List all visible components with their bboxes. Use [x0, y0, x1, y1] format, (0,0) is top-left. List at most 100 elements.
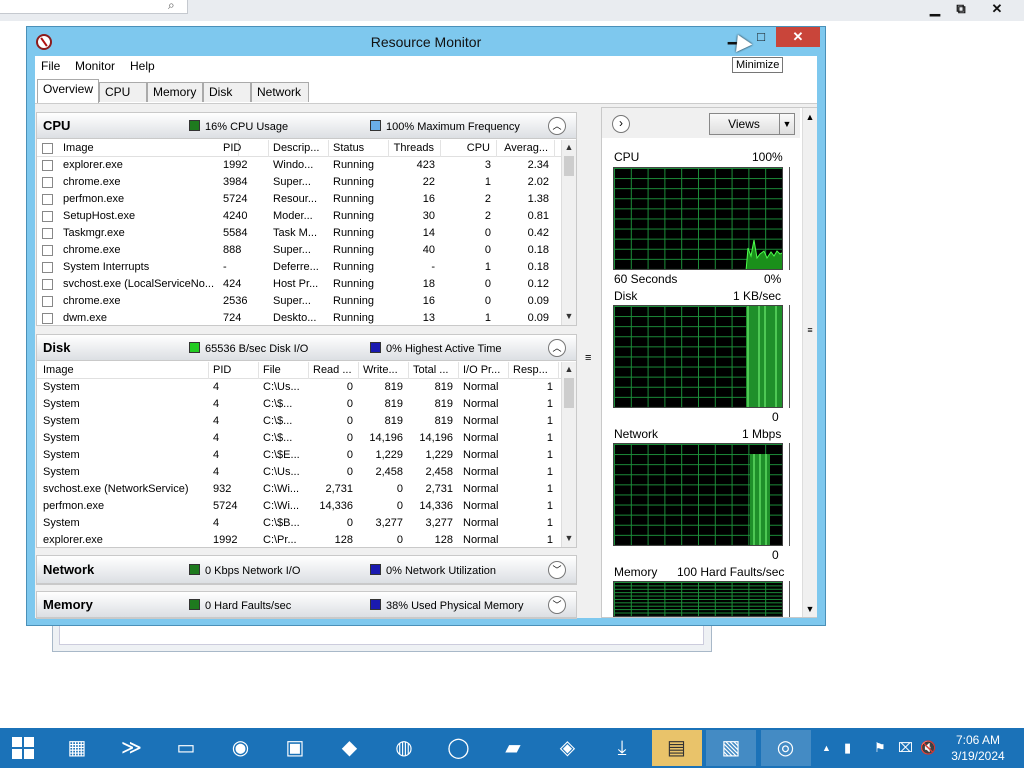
show-hidden-icons-icon[interactable]: ▲: [822, 728, 831, 768]
table-row[interactable]: System 4 C:\Us... 0 819 819 Normal 1: [37, 379, 561, 396]
action-center-icon[interactable]: ⚑: [874, 728, 886, 768]
menu-help[interactable]: Help: [130, 59, 155, 73]
row-checkbox[interactable]: [42, 177, 53, 188]
start-button[interactable]: [0, 728, 48, 768]
cpu-col-header[interactable]: Descrip...: [269, 140, 329, 157]
network-section-header[interactable]: Network 0 Kbps Network I/O 0% Network Ut…: [37, 556, 576, 584]
cpu-col-header[interactable]: Threads: [389, 140, 441, 157]
disk-col-header[interactable]: PID: [209, 362, 259, 379]
bg-close-button[interactable]: ✕: [982, 0, 1012, 18]
disk-col-header[interactable]: File: [259, 362, 309, 379]
network-tray-icon[interactable]: ⌧: [898, 728, 913, 768]
address-bar[interactable]: [0, 0, 188, 14]
row-checkbox[interactable]: [42, 313, 53, 324]
table-row[interactable]: Taskmgr.exe 5584 Task M... Running 14 0 0.42: [37, 225, 561, 242]
table-row[interactable]: perfmon.exe 5724 Resour... Running 16 2 1.38: [37, 191, 561, 208]
toolbox-icon[interactable]: ◆: [325, 730, 375, 766]
table-row[interactable]: explorer.exe 1992 C:\Pr... 128 0 128 Normal 1: [37, 532, 561, 549]
table-cell: Host Pr...: [273, 278, 319, 290]
tab-disk[interactable]: Disk: [203, 82, 251, 102]
bg-restore-button[interactable]: ⧉: [946, 0, 976, 18]
cpu-col-header[interactable]: Image: [59, 140, 239, 157]
memory-expand-icon[interactable]: ﹀: [548, 596, 566, 614]
pane-splitter[interactable]: ≡: [582, 107, 596, 618]
table-row[interactable]: chrome.exe 2536 Super... Running 16 0 0.09: [37, 293, 561, 310]
views-dropdown[interactable]: Views ▼: [709, 113, 795, 135]
cpu-col-header[interactable]: Averag...: [497, 140, 555, 157]
table-row[interactable]: svchost.exe (LocalServiceNo... 424 Host Pr…: [37, 276, 561, 293]
table-row[interactable]: SetupHost.exe 4240 Moder... Running 30 2 0.81: [37, 208, 561, 225]
table-cell: perfmon.exe: [63, 193, 125, 205]
table-cell: 4: [213, 449, 220, 461]
row-checkbox[interactable]: [42, 245, 53, 256]
resource-monitor-icon[interactable]: ◎: [760, 730, 811, 766]
disk-col-header[interactable]: Image: [39, 362, 209, 379]
cpu-select-all-checkbox[interactable]: [42, 143, 53, 154]
table-cell: 1: [546, 483, 553, 495]
menu-monitor[interactable]: Monitor: [75, 59, 115, 73]
table-row[interactable]: System 4 C:\$... 0 819 819 Normal 1: [37, 413, 561, 430]
disk-col-header[interactable]: Write...: [359, 362, 409, 379]
title-bar[interactable]: Resource Monitor ▁ □ ✕: [27, 27, 825, 56]
file-explorer-icon[interactable]: ▭: [161, 730, 211, 766]
tab-memory[interactable]: Memory: [147, 82, 203, 102]
powershell-icon[interactable]: ≫: [107, 730, 157, 766]
performance-icon[interactable]: ▧: [706, 730, 756, 766]
table-row[interactable]: chrome.exe 3984 Super... Running 22 1 2.02: [37, 174, 561, 191]
browser-globe-icon[interactable]: ◉: [216, 730, 266, 766]
opera-icon[interactable]: ◯: [434, 730, 484, 766]
cpu-col-header[interactable]: PID: [219, 140, 269, 157]
disk-table-scrollbar[interactable]: ▲ ▼: [561, 362, 576, 547]
cpu-col-header[interactable]: CPU: [441, 140, 497, 157]
table-row[interactable]: System Interrupts - Deferre... Running - 1 0.1…: [37, 259, 561, 276]
row-checkbox[interactable]: [42, 279, 53, 290]
disk-section-header[interactable]: Disk 65536 B/sec Disk I/O 0% Highest Act…: [37, 335, 576, 361]
tab-network[interactable]: Network: [251, 82, 309, 102]
row-checkbox[interactable]: [42, 296, 53, 307]
table-row[interactable]: System 4 C:\$... 0 819 819 Normal 1: [37, 396, 561, 413]
tab-overview[interactable]: Overview: [37, 79, 99, 103]
table-row[interactable]: explorer.exe 1992 Windo... Running 423 3 2.34: [37, 157, 561, 174]
graphs-scrollbar[interactable]: ▲ ≡ ▼: [802, 108, 817, 617]
table-row[interactable]: System 4 C:\Us... 0 2,458 2,458 Normal 1: [37, 464, 561, 481]
drive-icon[interactable]: ▤: [651, 730, 702, 766]
row-checkbox[interactable]: [42, 228, 53, 239]
table-cell: Taskmgr.exe: [63, 227, 125, 239]
disk-collapse-icon[interactable]: ︿: [548, 339, 566, 357]
download-icon[interactable]: ⤓: [597, 730, 647, 766]
row-checkbox[interactable]: [42, 211, 53, 222]
notepad-icon[interactable]: ▰: [488, 730, 538, 766]
cpu-col-header[interactable]: Status: [329, 140, 389, 157]
table-row[interactable]: svchost.exe (NetworkService) 932 C:\Wi... 2…: [37, 481, 561, 498]
disk-col-header[interactable]: I/O Pr...: [459, 362, 509, 379]
cpu-collapse-icon[interactable]: ︿: [548, 117, 566, 135]
tab-cpu[interactable]: CPU: [99, 82, 147, 102]
memory-section-header[interactable]: Memory 0 Hard Faults/sec 38% Used Physic…: [37, 592, 576, 618]
close-button[interactable]: ✕: [776, 27, 820, 47]
firefox-icon[interactable]: ◍: [379, 730, 429, 766]
row-checkbox[interactable]: [42, 160, 53, 171]
tray-app-icon[interactable]: ▮: [844, 728, 851, 768]
menu-file[interactable]: File: [41, 59, 60, 73]
row-checkbox[interactable]: [42, 194, 53, 205]
table-row[interactable]: chrome.exe 888 Super... Running 40 0 0.18: [37, 242, 561, 259]
disk-col-header[interactable]: Resp...: [509, 362, 559, 379]
expand-graphs-icon[interactable]: ›: [612, 115, 630, 133]
search-icon[interactable]: ⌕: [168, 0, 175, 13]
disk-col-header[interactable]: Read ...: [309, 362, 359, 379]
network-computer-icon[interactable]: ▣: [270, 730, 320, 766]
table-row[interactable]: System 4 C:\$... 0 14,196 14,196 Normal 1: [37, 430, 561, 447]
network-expand-icon[interactable]: ﹀: [548, 561, 566, 579]
volume-muted-icon[interactable]: 🔇: [920, 728, 936, 768]
table-row[interactable]: perfmon.exe 5724 C:\Wi... 14,336 0 14,336 Norm…: [37, 498, 561, 515]
disk-col-header[interactable]: Total ...: [409, 362, 459, 379]
cpu-table-scrollbar[interactable]: ▲ ▼: [561, 140, 576, 325]
table-row[interactable]: System 4 C:\$E... 0 1,229 1,229 Normal 1: [37, 447, 561, 464]
row-checkbox[interactable]: [42, 262, 53, 273]
table-row[interactable]: System 4 C:\$B... 0 3,277 3,277 Normal 1: [37, 515, 561, 532]
table-row[interactable]: dwm.exe 724 Deskto... Running 13 1 0.09: [37, 310, 561, 327]
server-manager-icon[interactable]: ▦: [52, 730, 102, 766]
media-player-icon[interactable]: ◈: [543, 730, 593, 766]
cpu-section-header[interactable]: CPU 16% CPU Usage 100% Maximum Frequency…: [37, 113, 576, 139]
taskbar-clock[interactable]: 7:06 AM 3/19/2024: [938, 732, 1018, 764]
